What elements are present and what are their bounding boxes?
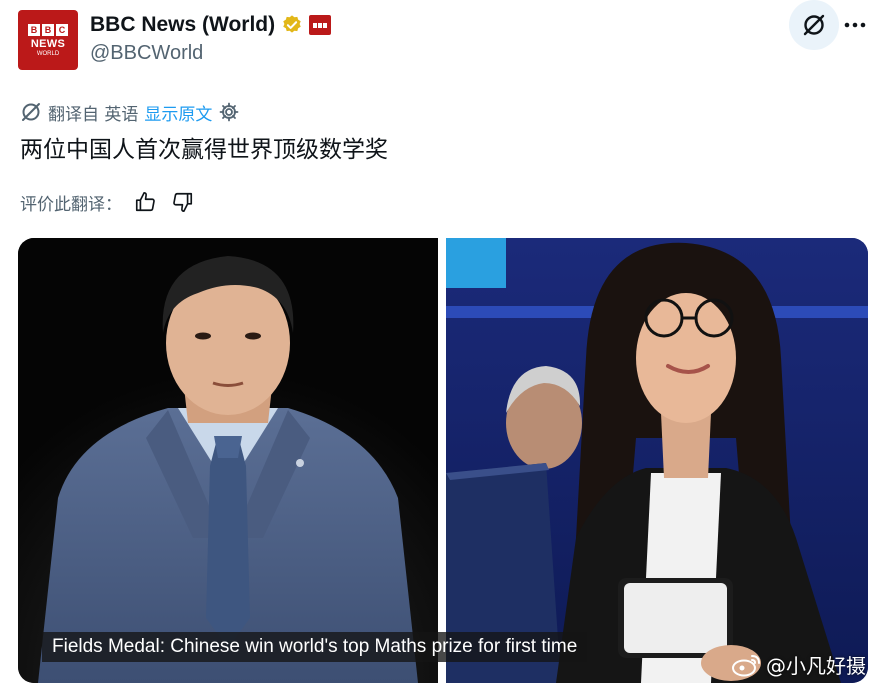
translate-icon <box>22 103 40 121</box>
verified-badge-icon[interactable] <box>281 14 303 36</box>
rate-translation-label: 评价此翻译： <box>20 194 122 215</box>
avatar-world-label: WORLD <box>36 50 60 57</box>
weibo-icon <box>732 654 760 676</box>
photo-woman-with-medal <box>446 238 868 683</box>
gear-icon[interactable] <box>218 101 240 123</box>
media-grid[interactable]: Fields Medal: Chinese win world's top Ma… <box>18 238 868 683</box>
translation-row: 翻译自 英语 显示原文 <box>20 98 240 126</box>
bbc-block: C <box>56 23 68 36</box>
show-original-link[interactable]: 显示原文 <box>144 100 212 125</box>
thumbs-up-button[interactable] <box>130 187 160 217</box>
avatar[interactable]: B B C NEWS WORLD <box>18 10 78 70</box>
author-handle[interactable]: @BBCWorld <box>90 42 203 65</box>
bbc-logo: B B C <box>28 23 68 36</box>
author-name-row: BBC News (World) <box>90 10 332 40</box>
display-name[interactable]: BBC News (World) <box>90 13 275 37</box>
more-icon <box>844 22 866 28</box>
translated-from-label: 翻译自 英语 <box>48 104 139 125</box>
thumbs-up-icon <box>135 192 155 212</box>
media-photo-left[interactable] <box>18 238 438 683</box>
bbc-block: B <box>42 23 54 36</box>
photo-man-in-suit <box>18 238 438 683</box>
media-caption: Fields Medal: Chinese win world's top Ma… <box>42 632 588 662</box>
rate-translation-row: 评价此翻译： <box>20 187 198 217</box>
grok-icon <box>803 14 825 36</box>
thumbs-down-button[interactable] <box>168 187 198 217</box>
media-photo-right[interactable] <box>446 238 868 683</box>
avatar-news-label: NEWS <box>30 37 66 50</box>
grok-button[interactable] <box>789 0 839 50</box>
thumbs-down-icon <box>173 192 193 212</box>
watermark-text: @小凡好摄 <box>766 654 866 678</box>
more-options-button[interactable] <box>840 10 870 40</box>
weibo-watermark: @小凡好摄 <box>732 650 866 679</box>
tweet-text: 两位中国人首次赢得世界顶级数学奖 <box>20 137 388 163</box>
bbc-block: B <box>28 23 40 36</box>
affiliation-badge-icon[interactable] <box>309 15 332 35</box>
